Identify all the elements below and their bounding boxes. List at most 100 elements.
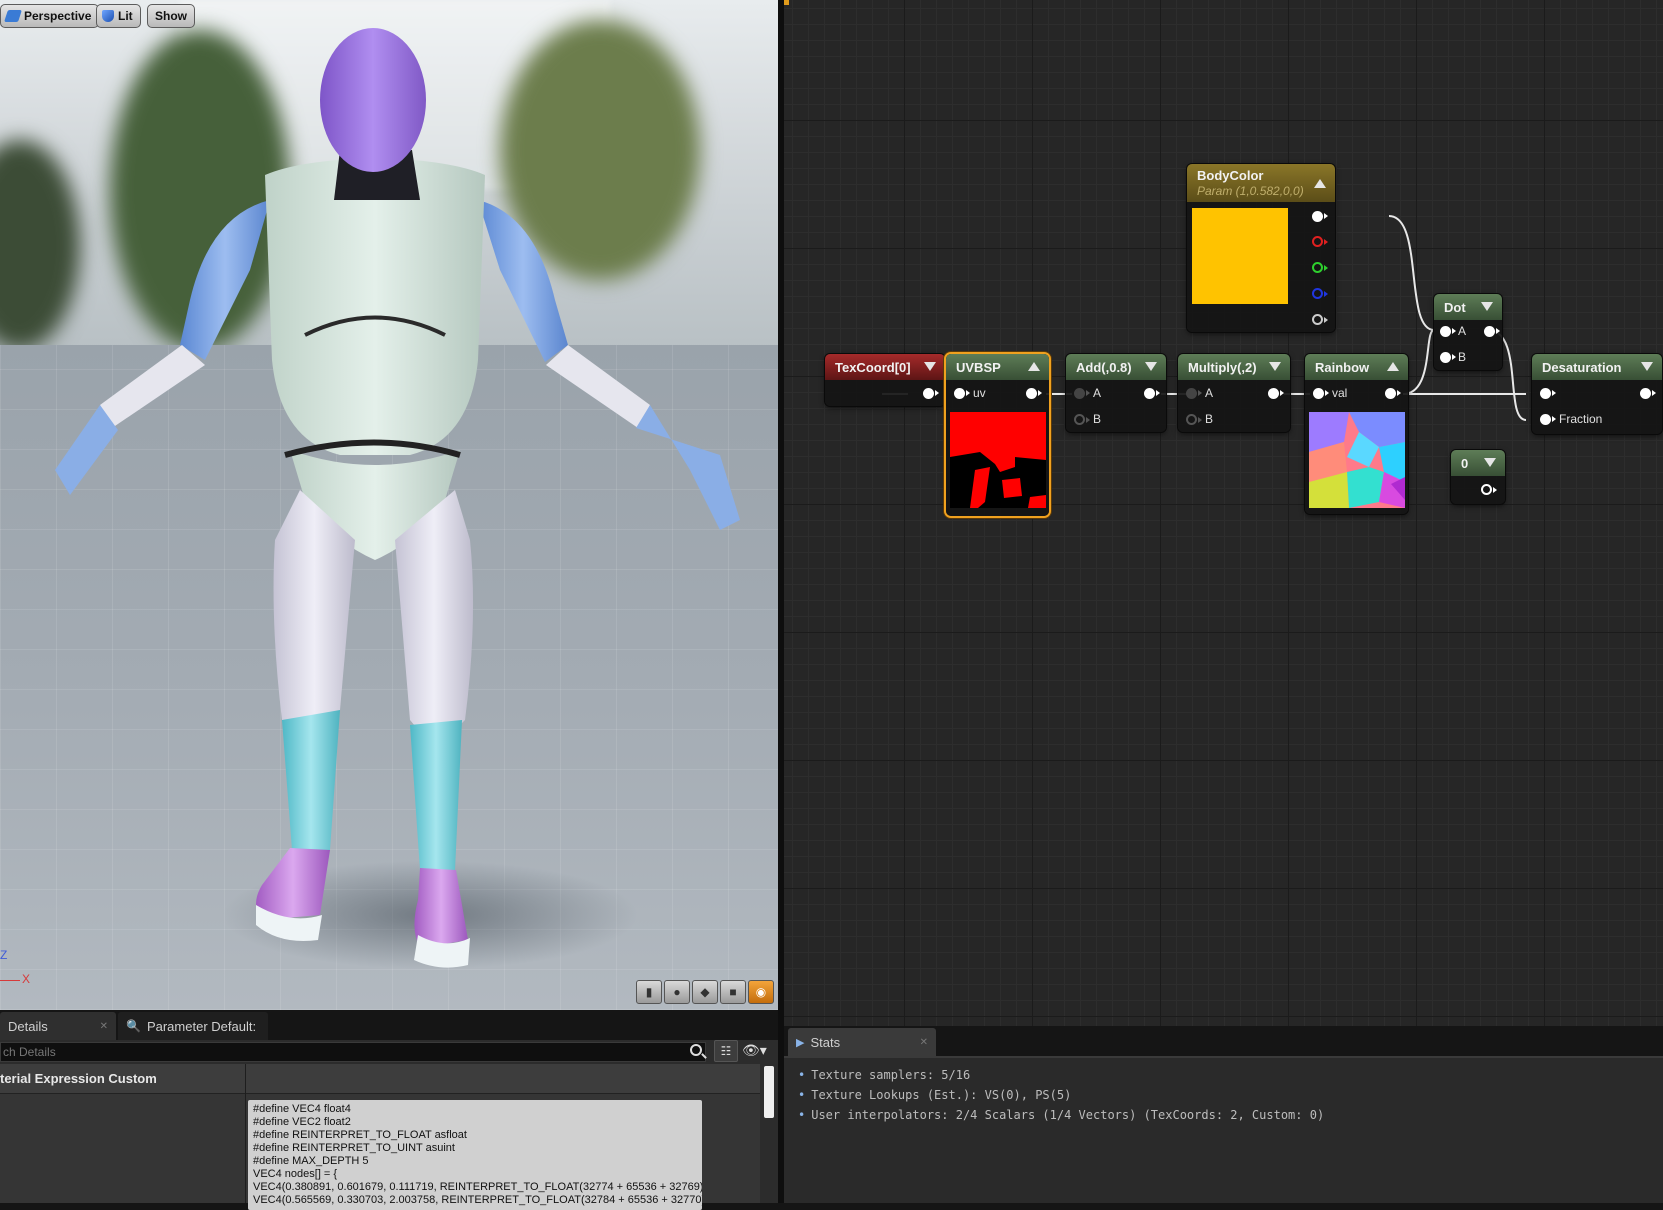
node-uvbsp[interactable]: UVBSP uv: [946, 354, 1049, 516]
tab-details[interactable]: Details ✕: [0, 1012, 116, 1040]
search-icon: 🔍: [126, 1019, 141, 1033]
lit-button[interactable]: Lit: [96, 4, 141, 28]
node-title: Multiply(,2): [1188, 359, 1257, 375]
collapse-arrow-icon[interactable]: [1641, 362, 1653, 371]
node-add[interactable]: Add(,0.8) A B: [1066, 354, 1166, 432]
material-graph-canvas[interactable]: TexCoord[0] UVBSP uv Add(,0.8) A B Multi…: [784, 0, 1663, 1026]
sphere-icon[interactable]: ●: [664, 980, 690, 1004]
node-multiply[interactable]: Multiply(,2) A B: [1178, 354, 1290, 432]
code-line: #define MAX_DEPTH 5: [253, 1155, 369, 1167]
input-pin[interactable]: [1540, 388, 1556, 399]
mannequin-character: [55, 28, 740, 968]
search-details-input[interactable]: ch Details: [0, 1042, 706, 1062]
output-pin[interactable]: [1484, 326, 1500, 337]
input-pin-b[interactable]: [1186, 414, 1202, 425]
collapse-arrow-icon[interactable]: [924, 362, 936, 371]
output-pin[interactable]: [1640, 388, 1656, 399]
stat-line: • User interpolators: 2/4 Scalars (1/4 Ve…: [798, 1108, 1325, 1122]
pin-label: A: [1458, 324, 1467, 338]
output-pin[interactable]: [1268, 388, 1284, 399]
show-button[interactable]: Show: [147, 4, 195, 28]
perspective-icon: [4, 10, 22, 22]
output-pin[interactable]: [1385, 388, 1401, 399]
graph-wires: [882, 215, 1527, 421]
node-title: TexCoord[0]: [835, 359, 911, 375]
input-pin-a[interactable]: [1074, 388, 1090, 399]
preview-mesh-toolbar: ▮ ● ◆ ■ ◉: [636, 980, 774, 1004]
output-pin[interactable]: [923, 388, 939, 399]
pin-label: A: [1093, 386, 1102, 400]
input-pin[interactable]: [1313, 388, 1329, 399]
search-icon[interactable]: [690, 1044, 702, 1056]
pin-label: val: [1332, 386, 1348, 400]
node-rainbow[interactable]: Rainbow val: [1305, 354, 1408, 514]
tab-label: Stats: [810, 1034, 841, 1050]
collapse-arrow-icon[interactable]: [1145, 362, 1157, 371]
node-title: Dot: [1444, 299, 1466, 315]
output-pin-r[interactable]: [1312, 236, 1328, 247]
stats-tabbar: ▶ Stats ✕: [784, 1026, 1663, 1056]
eye-icon[interactable]: 👁▾: [742, 1042, 767, 1059]
pin-label: B: [1093, 412, 1102, 426]
close-icon[interactable]: ✕: [100, 1021, 108, 1032]
collapse-arrow-icon[interactable]: [1481, 302, 1493, 311]
input-pin[interactable]: [954, 388, 970, 399]
color-swatch: [1192, 208, 1288, 304]
node-title: Desaturation: [1542, 359, 1622, 375]
terminal-icon: ▶: [796, 1036, 805, 1049]
node-title: Rainbow: [1315, 359, 1370, 375]
pin-label: A: [1205, 386, 1214, 400]
lit-icon: [102, 10, 114, 22]
plane-icon[interactable]: ◆: [692, 980, 718, 1004]
input-pin-b[interactable]: [1074, 414, 1090, 425]
output-pin-g[interactable]: [1312, 262, 1328, 273]
input-pin-b[interactable]: [1440, 352, 1456, 363]
stats-panel: • Texture samplers: 5/16 • Texture Lookups…: [784, 1056, 1663, 1203]
collapse-arrow-icon[interactable]: [1387, 362, 1399, 371]
output-pin-rgb[interactable]: [1312, 211, 1328, 222]
collapse-arrow-icon[interactable]: [1314, 179, 1326, 188]
scrollbar[interactable]: [764, 1066, 774, 1118]
details-panel: ch Details ☷ 👁▾ terial Expression Custom…: [0, 1040, 778, 1210]
output-pin[interactable]: [1026, 388, 1042, 399]
input-pin-a[interactable]: [1440, 326, 1456, 337]
section-header[interactable]: terial Expression Custom: [0, 1064, 760, 1094]
perspective-label: Perspective: [24, 9, 92, 23]
close-icon[interactable]: ✕: [920, 1037, 928, 1048]
output-pin[interactable]: [1144, 388, 1160, 399]
input-pin-fraction[interactable]: [1540, 414, 1556, 425]
axis-x-line: [0, 980, 20, 981]
axis-x-label: X: [22, 972, 31, 986]
collapse-arrow-icon[interactable]: [1028, 362, 1040, 371]
stat-line: • Texture Lookups (Est.): VS(0), PS(5): [798, 1088, 1072, 1102]
node-texcoord[interactable]: TexCoord[0]: [825, 354, 945, 406]
tab-parameter-defaults[interactable]: 🔍 Parameter Default:: [118, 1012, 268, 1040]
tab-stats[interactable]: ▶ Stats ✕: [788, 1028, 936, 1056]
node-header: BodyColor Param (1,0.582,0,0): [1187, 164, 1335, 202]
input-pin-a[interactable]: [1186, 388, 1202, 399]
cylinder-icon[interactable]: ▮: [636, 980, 662, 1004]
node-dot[interactable]: Dot A B: [1434, 294, 1502, 370]
node-constant[interactable]: 0: [1451, 450, 1505, 504]
node-desaturation[interactable]: Desaturation Fraction: [1532, 354, 1662, 434]
output-pin-b[interactable]: [1312, 288, 1328, 299]
node-header: Multiply(,2): [1178, 354, 1290, 380]
code-textbox[interactable]: #define VEC4 float4 #define VEC2 float2 #d…: [248, 1100, 702, 1210]
view-options-grid-icon[interactable]: ☷: [714, 1040, 738, 1062]
node-title: Add(,0.8): [1076, 359, 1132, 375]
pin-label: B: [1458, 350, 1467, 364]
viewport[interactable]: Perspective Lit Show Z X ▮ ● ◆ ■ ◉: [0, 0, 778, 1010]
collapse-arrow-icon[interactable]: [1269, 362, 1281, 371]
teapot-icon[interactable]: ◉: [748, 980, 774, 1004]
cube-icon[interactable]: ■: [720, 980, 746, 1004]
code-line: #define VEC2 float2: [253, 1116, 351, 1128]
output-pin-a[interactable]: [1312, 314, 1328, 325]
output-pin[interactable]: [1481, 484, 1497, 495]
node-header: Dot: [1434, 294, 1502, 320]
details-section: terial Expression Custom #define VEC4 fl…: [0, 1064, 760, 1210]
code-line: VEC4 nodes[] = {: [253, 1168, 338, 1180]
collapse-arrow-icon[interactable]: [1484, 458, 1496, 467]
perspective-button[interactable]: Perspective: [0, 4, 100, 28]
node-subtitle: Param (1,0.582,0,0): [1197, 184, 1304, 198]
node-bodycolor[interactable]: BodyColor Param (1,0.582,0,0): [1187, 164, 1335, 332]
